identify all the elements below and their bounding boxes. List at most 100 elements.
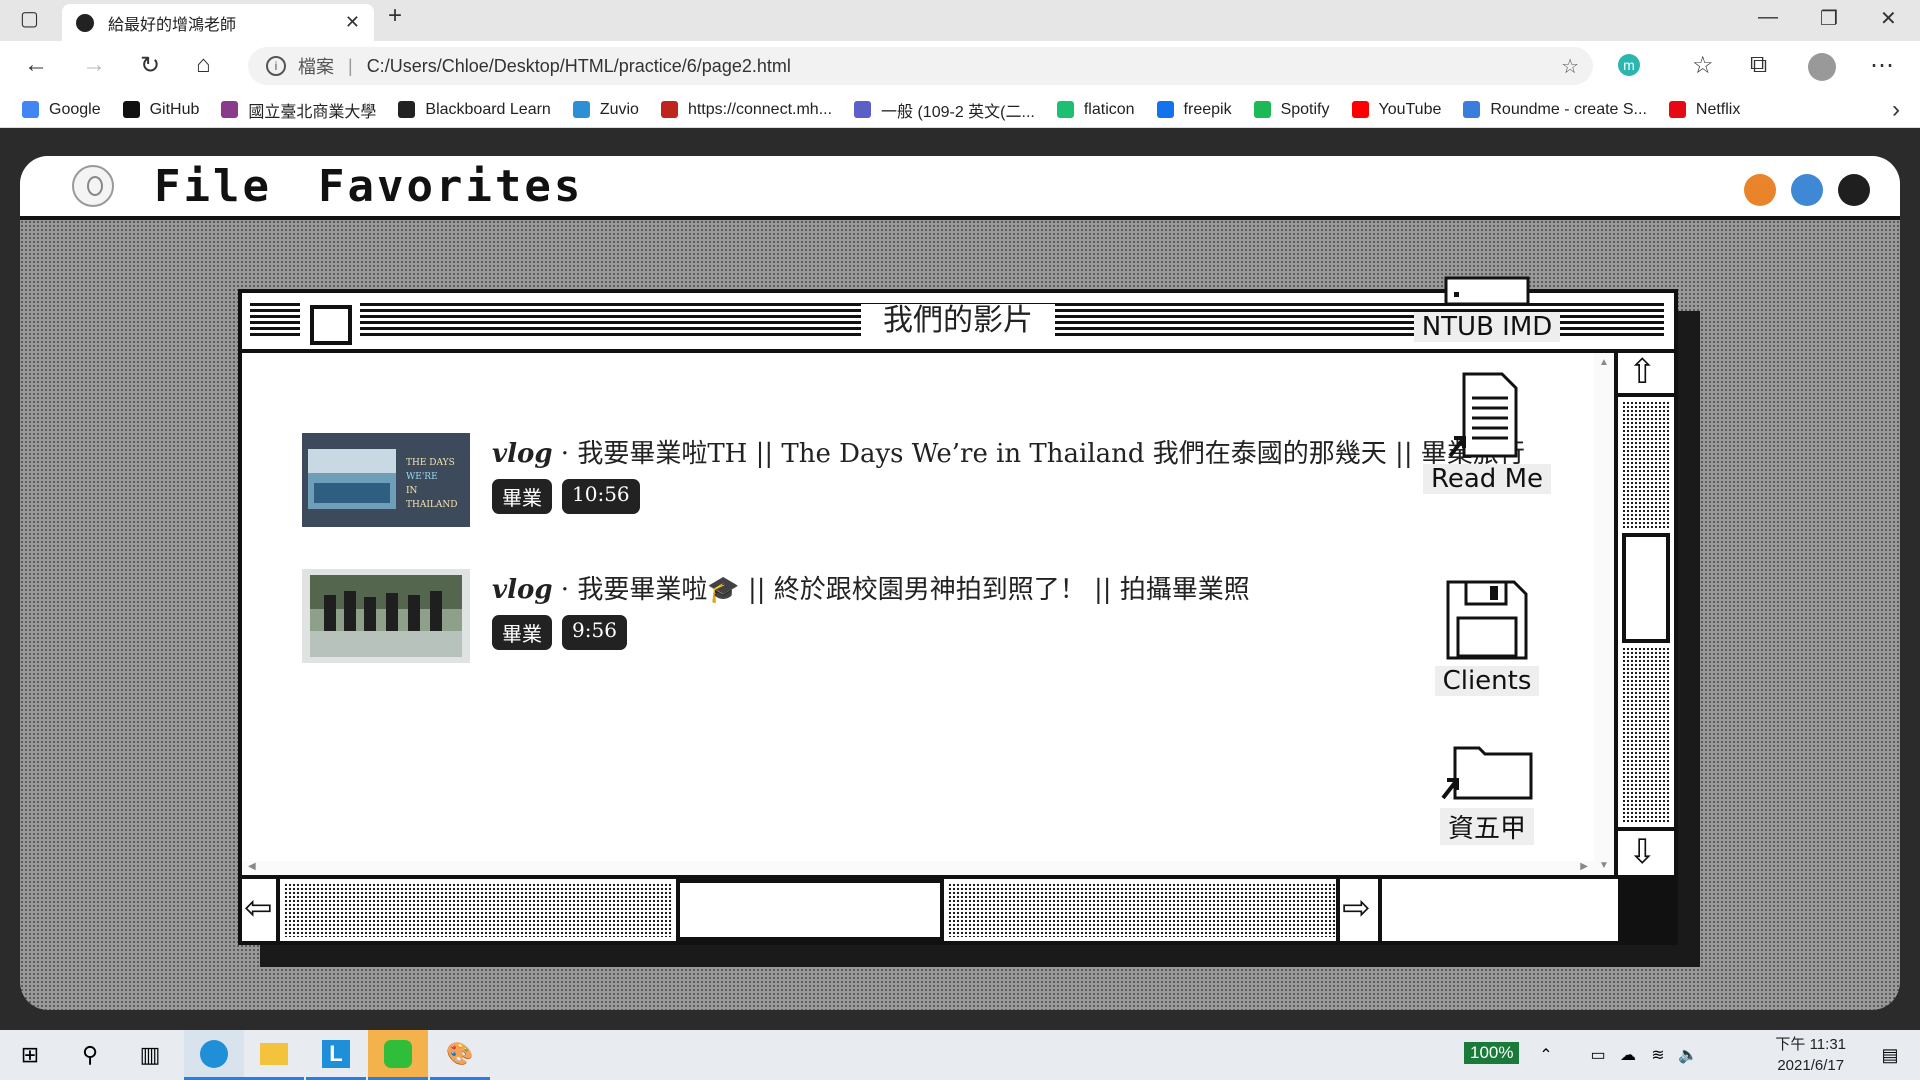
hscroll-track-right[interactable] — [948, 883, 1336, 937]
system-clock[interactable]: 下午 11:31 2021/6/17 — [1775, 1034, 1846, 1076]
show-hidden-icons-icon[interactable]: ⌃ — [1534, 1030, 1558, 1080]
close-window-icon[interactable]: ✕ — [1880, 6, 1897, 31]
arrow-right-icon: ⇨ — [1342, 888, 1371, 928]
browser-tab[interactable]: 給最好的增鴻老師 ✕ — [62, 4, 374, 41]
bookmark-item[interactable]: Zuvio — [572, 101, 639, 119]
edge-browser-icon[interactable] — [184, 1030, 244, 1080]
video-title-text: 我要畢業啦TH || The Days We’re in Thailand 我們… — [577, 439, 1525, 469]
paint-app-icon[interactable]: 🎨 — [430, 1030, 490, 1080]
search-icon[interactable]: ⚲ — [60, 1030, 120, 1080]
file-explorer-icon[interactable] — [244, 1030, 304, 1080]
bookmark-favicon-icon — [1156, 101, 1174, 118]
video-title[interactable]: vlog · 我要畢業啦TH || The Days We’re in Thai… — [492, 433, 1525, 470]
bookmark-favicon-icon — [1056, 101, 1074, 118]
info-icon[interactable]: i — [266, 56, 286, 76]
scroll-down-small-icon[interactable]: ▼ — [1599, 860, 1609, 871]
menu-file[interactable]: File — [154, 161, 272, 212]
hscroll-thumb[interactable] — [676, 879, 944, 941]
bookmark-favicon-icon — [398, 101, 416, 118]
bookmark-favicon-icon — [1668, 101, 1686, 118]
bookmark-item[interactable]: https://connect.mh... — [660, 101, 832, 119]
scroll-left-small-icon[interactable]: ◀ — [248, 861, 256, 872]
profile-avatar[interactable] — [1808, 53, 1836, 81]
home-icon[interactable]: ⌂ — [196, 51, 211, 79]
title-stripes-left — [250, 303, 300, 339]
battery-icon[interactable]: ▭ — [1586, 1030, 1610, 1080]
vertical-scrollbar[interactable]: ⇧ ⇩ — [1618, 353, 1674, 875]
back-icon[interactable]: ← — [24, 51, 48, 79]
volume-icon[interactable]: 🔈 — [1676, 1030, 1700, 1080]
bookmark-item[interactable]: 國立臺北商業大學 — [221, 98, 376, 122]
line-app-icon[interactable] — [368, 1030, 428, 1080]
scroll-track-bottom[interactable] — [1622, 647, 1670, 823]
extension-icon[interactable]: m — [1618, 54, 1640, 76]
video-item[interactable]: THE DAYS WE'RE IN THAILAND vlog · 我要畢業啦T… — [302, 433, 1562, 529]
url-text[interactable]: C:/Users/Chloe/Desktop/HTML/practice/6/p… — [367, 56, 791, 77]
desktop-icon-drive[interactable]: NTUB IMD — [1412, 276, 1562, 342]
wifi-icon[interactable]: ≋ — [1646, 1030, 1670, 1080]
black-dot-button[interactable] — [1838, 174, 1870, 206]
orange-dot-button[interactable] — [1744, 174, 1776, 206]
url-separator: | — [348, 55, 353, 76]
blue-dot-button[interactable] — [1791, 174, 1823, 206]
desktop-icon-clients[interactable]: Clients — [1412, 578, 1562, 696]
l-app-icon[interactable]: L — [306, 1030, 366, 1080]
bookmark-item[interactable]: Spotify — [1253, 101, 1330, 119]
forward-icon[interactable]: → — [82, 51, 106, 79]
scroll-down-button[interactable]: ⇩ — [1618, 827, 1674, 875]
new-tab-icon[interactable]: + — [388, 2, 402, 30]
window-close-box[interactable] — [310, 305, 352, 345]
tab-close-icon[interactable]: ✕ — [345, 12, 360, 33]
url-field[interactable]: i 檔案 | C:/Users/Chloe/Desktop/HTML/pract… — [248, 47, 1593, 85]
scroll-left-button[interactable]: ⇦ — [242, 879, 280, 941]
window-content: THE DAYS WE'RE IN THAILAND vlog · 我要畢業啦T… — [242, 353, 1614, 875]
bookmark-item[interactable]: 一般 (109-2 英文(二... — [854, 98, 1035, 122]
address-bar-row: ← → ↻ ⌂ i 檔案 | C:/Users/Chloe/Desktop/HT… — [0, 41, 1920, 92]
scroll-up-button[interactable]: ⇧ — [1618, 353, 1674, 397]
scroll-right-button[interactable]: ⇨ — [1336, 879, 1382, 941]
add-favorite-icon[interactable]: ☆ — [1561, 54, 1579, 79]
bookmark-item[interactable]: freepik — [1156, 101, 1232, 119]
notifications-icon[interactable]: ▤ — [1860, 1030, 1920, 1080]
start-windows-icon[interactable]: ⊞ — [0, 1030, 60, 1080]
tab-actions-icon[interactable]: ▢ — [20, 6, 39, 31]
bookmark-item[interactable]: Roundme - create S... — [1463, 101, 1647, 119]
restore-icon[interactable]: ❐ — [1820, 6, 1838, 31]
desktop-icon-readme[interactable]: Read Me — [1412, 372, 1562, 494]
horizontal-scrollbar[interactable]: ⇦ ⇨ — [242, 879, 1618, 941]
bookmark-favicon-icon — [1253, 101, 1271, 118]
bookmark-item[interactable]: flaticon — [1056, 101, 1135, 119]
inner-horizontal-scrollbar[interactable]: ◀ ▶ — [242, 861, 1594, 875]
more-menu-icon[interactable]: ⋯ — [1870, 51, 1894, 80]
bookmark-item[interactable]: Blackboard Learn — [398, 101, 551, 119]
bookmark-item[interactable]: YouTube — [1351, 100, 1442, 119]
inner-vertical-scrollbar[interactable]: ▲ ▼ — [1594, 353, 1614, 875]
favorites-icon[interactable]: ☆ — [1692, 51, 1714, 80]
url-scheme-label: 檔案 — [298, 57, 334, 77]
scroll-up-small-icon[interactable]: ▲ — [1599, 357, 1609, 368]
video-item[interactable]: vlog · 我要畢業啦🎓 || 終於跟校園男神拍到照了！ || 拍攝畢業照 畢… — [302, 569, 1562, 665]
video-title[interactable]: vlog · 我要畢業啦🎓 || 終於跟校園男神拍到照了！ || 拍攝畢業照 — [492, 569, 1250, 606]
minimize-icon[interactable]: — — [1758, 6, 1778, 29]
bookmark-label: YouTube — [1378, 100, 1442, 118]
task-view-icon[interactable]: ▥ — [120, 1030, 180, 1080]
scroll-track-top[interactable] — [1622, 401, 1670, 529]
refresh-icon[interactable]: ↻ — [140, 51, 160, 80]
bookmark-item[interactable]: Google — [22, 101, 101, 119]
scroll-thumb[interactable] — [1622, 533, 1670, 643]
scroll-right-small-icon[interactable]: ▶ — [1580, 861, 1588, 872]
video-thumbnail[interactable]: THE DAYS WE'RE IN THAILAND — [302, 433, 470, 527]
hscroll-track-left[interactable] — [284, 883, 672, 937]
bookmark-item[interactable]: GitHub — [122, 101, 199, 119]
desktop-icon-folder[interactable]: 資五甲 — [1412, 740, 1562, 845]
onedrive-icon[interactable]: ☁ — [1616, 1030, 1640, 1080]
collections-icon[interactable]: ⧉ — [1750, 51, 1767, 79]
logo-avatar[interactable] — [72, 165, 114, 207]
bookmarks-overflow-icon[interactable]: › — [1892, 96, 1900, 124]
bookmark-item[interactable]: Netflix — [1668, 101, 1740, 119]
video-title-text: 我要畢業啦🎓 || 終於跟校園男神拍到照了！ || 拍攝畢業照 — [577, 575, 1250, 605]
folder-icon — [1441, 746, 1533, 800]
menu-favorites[interactable]: Favorites — [318, 161, 583, 212]
video-thumbnail[interactable] — [302, 569, 470, 663]
battery-indicator[interactable]: 100% — [1464, 1042, 1520, 1064]
